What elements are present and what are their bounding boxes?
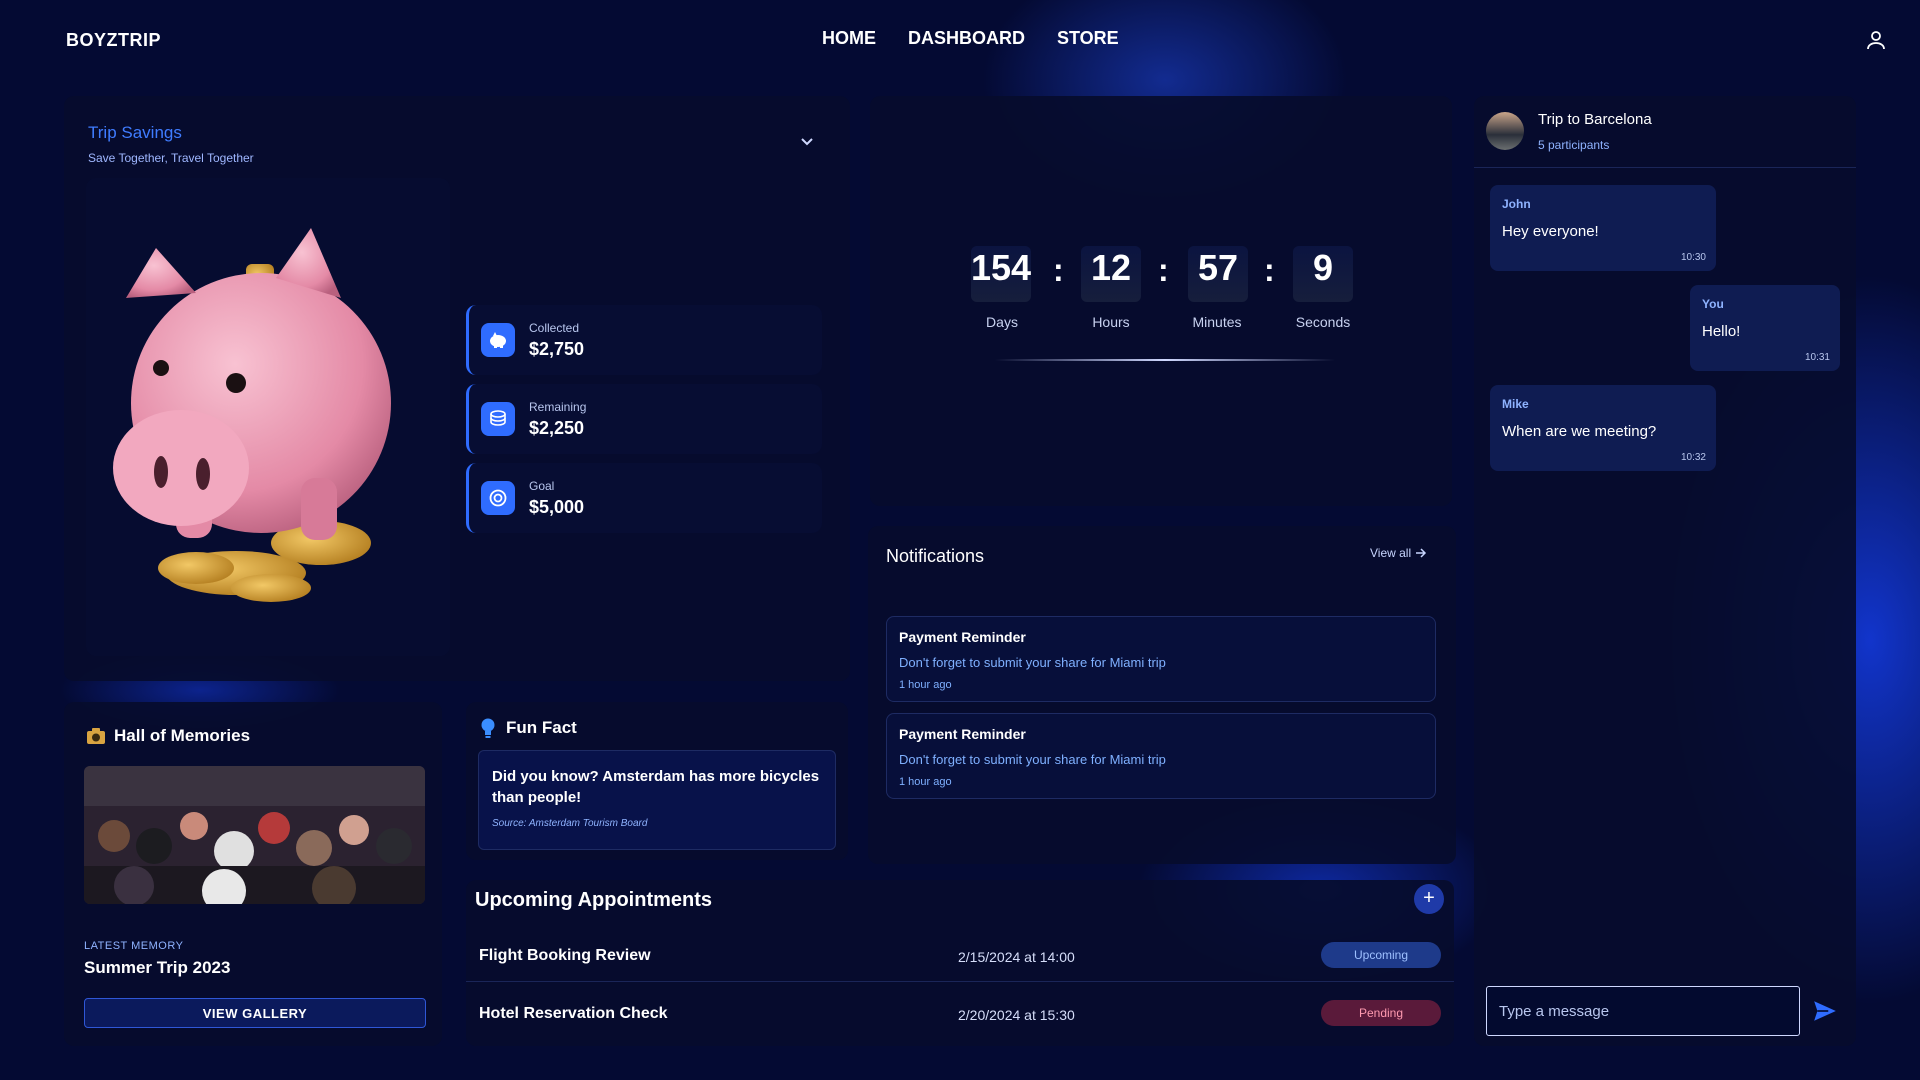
countdown-days: 154	[971, 246, 1031, 302]
chat-message: John Hey everyone! 10:30	[1490, 185, 1716, 271]
chat-message: Mike When are we meeting? 10:32	[1490, 385, 1716, 471]
countdown-separator: :	[1264, 252, 1275, 288]
main-nav: HOME DASHBOARD STORE	[822, 28, 1119, 49]
chat-header-divider	[1474, 167, 1856, 168]
crowd-photo	[84, 766, 425, 904]
message-time: 10:32	[1680, 452, 1706, 463]
stat-label: Remaining	[529, 400, 587, 414]
row-divider	[466, 981, 1454, 982]
notification-message: Don't forget to submit your share for Mi…	[899, 752, 1166, 767]
stat-value: $2,750	[529, 339, 585, 359]
stat-collected: Collected $2,750	[466, 305, 822, 375]
view-gallery-button[interactable]: VIEW GALLERY	[84, 998, 426, 1028]
label-hours: Hours	[1092, 314, 1130, 330]
stat-label: Goal	[529, 479, 555, 493]
camera-icon	[87, 728, 105, 744]
countdown-separator: :	[1053, 252, 1064, 288]
fun-fact-title: Fun Fact	[506, 718, 577, 737]
label-seconds: Seconds	[1295, 314, 1351, 330]
brand-logo[interactable]: BOYZTRIP	[66, 30, 161, 51]
piggy-icon	[481, 323, 515, 357]
target-icon	[481, 481, 515, 515]
stat-goal: Goal $5,000	[466, 463, 822, 533]
nav-home[interactable]: HOME	[822, 28, 876, 49]
appointment-date: 2/15/2024 at 14:00	[958, 949, 1075, 965]
message-input[interactable]	[1486, 986, 1800, 1036]
coins-icon	[481, 402, 515, 436]
savings-subtitle: Save Together, Travel Together	[88, 151, 254, 165]
memories-title: Hall of Memories	[114, 726, 251, 745]
view-all-link[interactable]: View all	[1370, 546, 1427, 560]
arrow-right-icon	[1416, 548, 1427, 558]
countdown-hours: 12	[1081, 246, 1141, 302]
countdown-seconds: 9	[1293, 246, 1353, 302]
countdown-separator: :	[1158, 252, 1169, 288]
send-icon[interactable]	[1812, 998, 1838, 1024]
message-sender: Mike	[1502, 397, 1529, 411]
chevron-down-icon[interactable]	[798, 133, 816, 151]
lightbulb-icon	[481, 718, 495, 738]
stat-value: $5,000	[529, 497, 585, 517]
notification-time: 1 hour ago	[899, 679, 952, 691]
appointments-title: Upcoming Appointments	[475, 889, 713, 911]
fun-fact-source: Source: Amsterdam Tourism Board	[492, 818, 648, 829]
message-sender: John	[1502, 197, 1531, 211]
countdown-minutes: 57	[1188, 246, 1248, 302]
memory-photo[interactable]	[84, 766, 425, 904]
view-all-label: View all	[1370, 546, 1412, 560]
latest-memory-name: Summer Trip 2023	[84, 958, 231, 977]
appointment-date: 2/20/2024 at 15:30	[958, 1007, 1075, 1023]
message-text: Hello!	[1702, 323, 1741, 340]
status-badge: Upcoming	[1321, 942, 1441, 968]
label-days: Days	[986, 314, 1018, 330]
notification-title: Payment Reminder	[899, 629, 1026, 645]
nav-dashboard[interactable]: DASHBOARD	[908, 28, 1025, 49]
nav-store[interactable]: STORE	[1057, 28, 1119, 49]
appointment-name: Hotel Reservation Check	[479, 1005, 668, 1022]
message-sender: You	[1702, 297, 1724, 311]
add-appointment-button[interactable]: +	[1414, 884, 1444, 914]
fun-fact-text: Did you know? Amsterdam has more bicycle…	[492, 768, 820, 806]
notification-time: 1 hour ago	[899, 776, 952, 788]
piggy-bank-illustration	[113, 228, 391, 602]
chat-message-own: You Hello! 10:31	[1690, 285, 1840, 371]
stat-label: Collected	[529, 321, 580, 335]
notification-item[interactable]: Payment Reminder Don't forget to submit …	[886, 713, 1436, 799]
countdown-divider	[995, 359, 1335, 361]
message-text: Hey everyone!	[1502, 223, 1599, 240]
notification-message: Don't forget to submit your share for Mi…	[899, 655, 1166, 670]
piggy-bank-image	[86, 178, 450, 656]
message-time: 10:31	[1804, 352, 1830, 363]
latest-memory-label: LATEST MEMORY	[84, 940, 184, 952]
notification-item[interactable]: Payment Reminder Don't forget to submit …	[886, 616, 1436, 702]
appointment-name: Flight Booking Review	[479, 947, 651, 964]
savings-title: Trip Savings	[88, 123, 182, 142]
appointment-row[interactable]: Flight Booking Review 2/15/2024 at 14:00…	[466, 927, 1454, 985]
notifications-title: Notifications	[886, 546, 985, 566]
avatar	[1486, 112, 1524, 150]
status-badge: Pending	[1321, 1000, 1441, 1026]
stat-value: $2,250	[529, 418, 585, 438]
label-minutes: Minutes	[1192, 314, 1242, 330]
user-icon[interactable]	[1864, 28, 1888, 52]
chat-participants[interactable]: 5 participants	[1538, 138, 1609, 152]
appointment-row[interactable]: Hotel Reservation Check 2/20/2024 at 15:…	[466, 985, 1454, 1043]
countdown-card	[870, 96, 1452, 506]
notification-title: Payment Reminder	[899, 726, 1026, 742]
chat-title: Trip to Barcelona	[1538, 111, 1652, 128]
message-text: When are we meeting?	[1502, 423, 1657, 440]
stat-remaining: Remaining $2,250	[466, 384, 822, 454]
message-time: 10:30	[1680, 252, 1706, 263]
